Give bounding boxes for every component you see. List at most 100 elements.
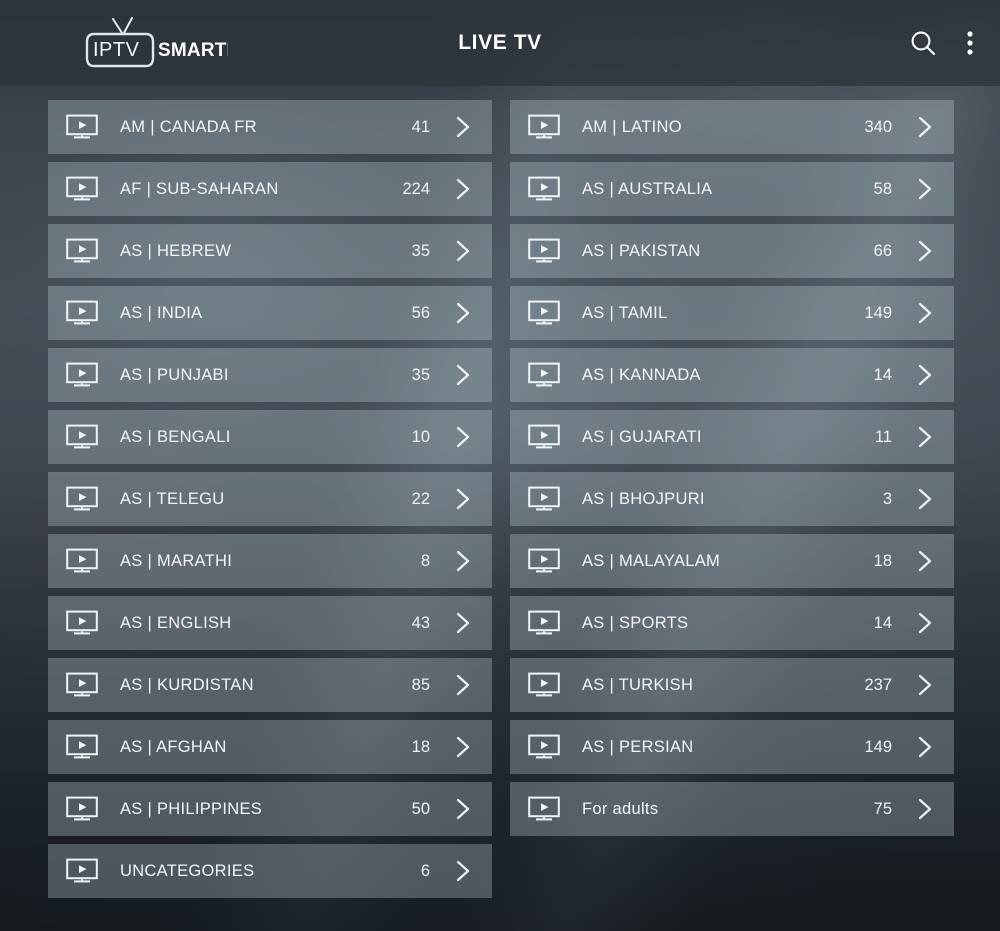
category-label: AS | ENGLISH	[120, 613, 232, 632]
tv-play-icon	[66, 300, 98, 325]
category-label: For adults	[582, 799, 659, 818]
category-label: AS | INDIA	[120, 303, 203, 322]
chevron-right-icon	[918, 178, 932, 200]
open-category-button[interactable]	[452, 546, 474, 576]
chevron-right-icon	[918, 488, 932, 510]
open-category-button[interactable]	[914, 608, 936, 638]
category-label: AS | TAMIL	[582, 303, 668, 322]
tv-play-icon-wrap	[64, 299, 100, 327]
category-row[interactable]: AS | TAMIL 149	[510, 286, 954, 340]
tv-play-icon-wrap	[526, 423, 562, 451]
category-row[interactable]: AS | BENGALI 10	[48, 410, 492, 464]
svg-text:IPTV: IPTV	[93, 39, 140, 61]
overflow-menu-button[interactable]	[966, 28, 974, 58]
category-label: AS | SPORTS	[582, 613, 689, 632]
header-actions	[908, 28, 974, 58]
category-row[interactable]: AS | ENGLISH 43	[48, 596, 492, 650]
open-category-button[interactable]	[452, 112, 474, 142]
chevron-right-icon	[918, 798, 932, 820]
tv-play-icon	[66, 362, 98, 387]
svg-text:SMARTERS: SMARTERS	[158, 40, 228, 61]
category-label: AS | PERSIAN	[582, 737, 694, 756]
category-row[interactable]: AS | TELEGU 22	[48, 472, 492, 526]
tv-play-icon-wrap	[64, 671, 100, 699]
open-category-button[interactable]	[452, 608, 474, 638]
chevron-right-icon	[918, 674, 932, 696]
chevron-right-icon	[918, 364, 932, 386]
category-row[interactable]: AS | PERSIAN 149	[510, 720, 954, 774]
open-category-button[interactable]	[452, 360, 474, 390]
open-category-button[interactable]	[452, 856, 474, 886]
category-row[interactable]: UNCATEGORIES 6	[48, 844, 492, 898]
category-label: AM | CANADA FR	[120, 117, 257, 136]
open-category-button[interactable]	[914, 546, 936, 576]
category-count: 75	[873, 799, 892, 818]
category-row[interactable]: AS | PHILIPPINES 50	[48, 782, 492, 836]
tv-play-icon	[528, 672, 560, 697]
category-row[interactable]: AS | GUJARATI 11	[510, 410, 954, 464]
tv-play-icon-wrap	[64, 485, 100, 513]
open-category-button[interactable]	[452, 670, 474, 700]
tv-play-icon-wrap	[64, 733, 100, 761]
tv-play-icon	[528, 548, 560, 573]
open-category-button[interactable]	[914, 732, 936, 762]
open-category-button[interactable]	[914, 360, 936, 390]
category-row[interactable]: AS | BHOJPURI 3	[510, 472, 954, 526]
category-row[interactable]: AS | TURKISH 237	[510, 658, 954, 712]
category-row[interactable]: AF | SUB-SAHARAN 224	[48, 162, 492, 216]
open-category-button[interactable]	[914, 670, 936, 700]
tv-play-icon	[528, 734, 560, 759]
open-category-button[interactable]	[914, 422, 936, 452]
chevron-right-icon	[918, 116, 932, 138]
open-category-button[interactable]	[452, 236, 474, 266]
category-row[interactable]: AS | PAKISTAN 66	[510, 224, 954, 278]
open-category-button[interactable]	[452, 298, 474, 328]
category-row[interactable]: AS | AUSTRALIA 58	[510, 162, 954, 216]
open-category-button[interactable]	[914, 236, 936, 266]
category-row[interactable]: AS | AFGHAN 18	[48, 720, 492, 774]
category-row[interactable]: AM | LATINO 340	[510, 100, 954, 154]
category-count: 149	[864, 737, 892, 756]
category-count: 58	[873, 179, 892, 198]
category-count: 22	[411, 489, 430, 508]
chevron-right-icon	[456, 488, 470, 510]
chevron-right-icon	[918, 612, 932, 634]
category-row[interactable]: AS | HEBREW 35	[48, 224, 492, 278]
tv-play-icon-wrap	[64, 423, 100, 451]
category-row[interactable]: AM | CANADA FR 41	[48, 100, 492, 154]
category-label: AS | BENGALI	[120, 427, 231, 446]
category-label: UNCATEGORIES	[120, 861, 255, 880]
open-category-button[interactable]	[452, 484, 474, 514]
tv-play-icon	[66, 610, 98, 635]
category-column-left: AM | CANADA FR 41 AF | SUB-SAHARAN 224 AS | …	[48, 100, 492, 898]
open-category-button[interactable]	[914, 174, 936, 204]
category-row[interactable]: AS | SPORTS 14	[510, 596, 954, 650]
open-category-button[interactable]	[452, 422, 474, 452]
open-category-button[interactable]	[914, 298, 936, 328]
category-row[interactable]: AS | KANNADA 14	[510, 348, 954, 402]
category-row[interactable]: AS | PUNJABI 35	[48, 348, 492, 402]
open-category-button[interactable]	[914, 112, 936, 142]
open-category-button[interactable]	[452, 732, 474, 762]
open-category-button[interactable]	[452, 794, 474, 824]
category-row[interactable]: For adults 75	[510, 782, 954, 836]
category-row[interactable]: AS | MARATHI 8	[48, 534, 492, 588]
category-label: AS | KANNADA	[582, 365, 701, 384]
category-row[interactable]: AS | KURDISTAN 85	[48, 658, 492, 712]
open-category-button[interactable]	[452, 174, 474, 204]
category-row[interactable]: AS | INDIA 56	[48, 286, 492, 340]
category-count: 8	[420, 551, 430, 570]
category-list: AM | CANADA FR 41 AF | SUB-SAHARAN 224 AS | …	[0, 86, 1000, 931]
category-label: AS | HEBREW	[120, 241, 232, 260]
search-button[interactable]	[908, 28, 938, 58]
category-label: AS | PHILIPPINES	[120, 799, 263, 818]
category-count: 18	[411, 737, 430, 756]
tv-play-icon-wrap	[526, 299, 562, 327]
chevron-right-icon	[456, 860, 470, 882]
category-label: AS | BHOJPURI	[582, 489, 705, 508]
category-row[interactable]: AS | MALAYALAM 18	[510, 534, 954, 588]
category-label: AF | SUB-SAHARAN	[120, 179, 279, 198]
open-category-button[interactable]	[914, 484, 936, 514]
open-category-button[interactable]	[914, 794, 936, 824]
category-count: 10	[411, 427, 430, 446]
